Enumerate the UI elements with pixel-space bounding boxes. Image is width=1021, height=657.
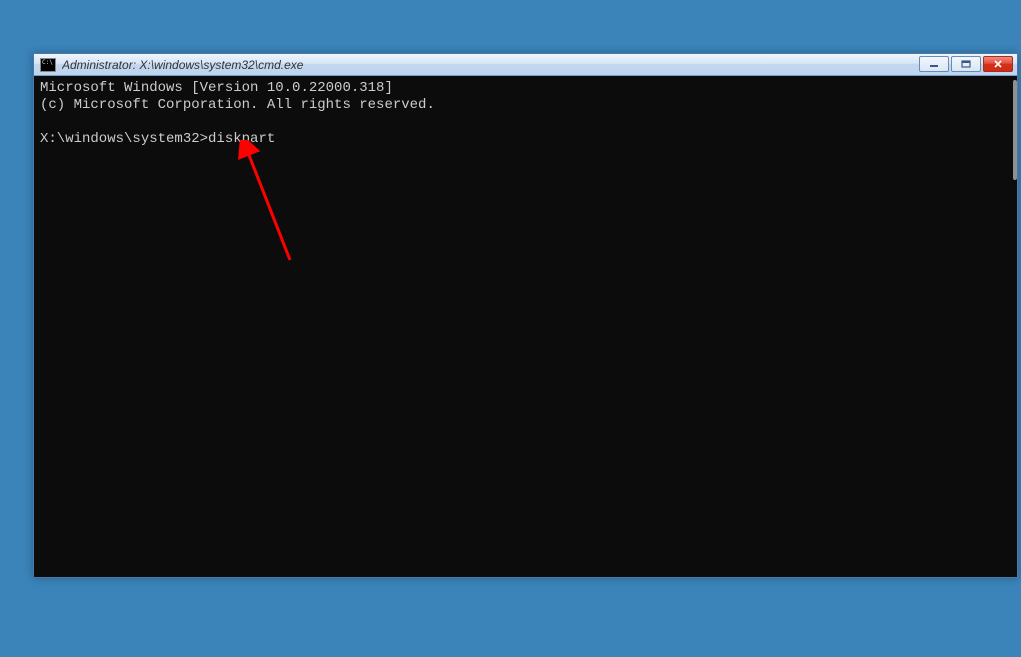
command-input[interactable]: diskpart [208,131,275,147]
maximize-button[interactable] [951,56,981,72]
minimize-icon [929,60,939,68]
window-controls [919,56,1013,72]
terminal-area[interactable]: Microsoft Windows [Version 10.0.22000.31… [34,76,1017,577]
scrollbar-track[interactable] [1012,76,1017,577]
minimize-button[interactable] [919,56,949,72]
maximize-icon [961,60,971,68]
close-button[interactable] [983,56,1013,72]
close-icon [993,60,1003,68]
cmd-icon [40,58,56,72]
scrollbar-thumb[interactable] [1013,80,1017,180]
cmd-window: Administrator: X:\windows\system32\cmd.e… [33,53,1018,578]
terminal-prompt-line: X:\windows\system32>diskpart [40,131,1011,148]
terminal-output-line: Microsoft Windows [Version 10.0.22000.31… [40,80,1011,97]
prompt-text: X:\windows\system32> [40,131,208,147]
titlebar[interactable]: Administrator: X:\windows\system32\cmd.e… [34,54,1017,76]
terminal-output-line: (c) Microsoft Corporation. All rights re… [40,97,1011,114]
window-title: Administrator: X:\windows\system32\cmd.e… [62,58,303,72]
